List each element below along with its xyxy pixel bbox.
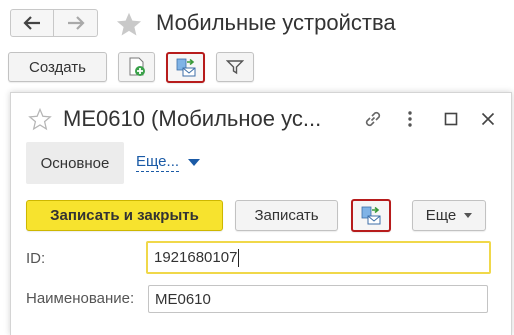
forward-button[interactable] [54, 9, 98, 37]
name-value: МЕ0610 [155, 290, 211, 308]
page-title: Мобильные устройства [156, 10, 396, 35]
save-and-close-button[interactable]: Записать и закрыть [26, 200, 223, 231]
id-label: ID: [26, 250, 46, 267]
chevron-down-icon [188, 158, 201, 166]
dialog-title: МЕ0610 (Мобильное ус... [63, 106, 322, 131]
back-button[interactable] [10, 9, 54, 37]
text-cursor [238, 248, 240, 267]
close-icon [481, 112, 495, 126]
link-button[interactable] [361, 107, 385, 131]
favorite-star-icon[interactable] [114, 10, 144, 38]
exchange-button[interactable] [166, 52, 205, 83]
dialog-exchange-button[interactable] [351, 199, 391, 232]
dialog-favorite-icon[interactable] [27, 106, 53, 132]
filter-icon [226, 60, 244, 75]
arrow-right-icon [67, 16, 85, 30]
vertical-dots-icon [408, 111, 412, 127]
id-value: 1921680107 [154, 249, 238, 266]
tab-main[interactable]: Основное [26, 142, 124, 184]
link-icon [365, 111, 381, 127]
caret-down-icon [464, 212, 473, 218]
filter-button[interactable] [216, 52, 254, 82]
record-dialog: МЕ0610 (Мобильное ус... Основное Еще... … [10, 92, 512, 335]
create-button[interactable]: Создать [8, 52, 107, 82]
more-actions-label: Еще [425, 207, 457, 224]
more-menu-button[interactable] [401, 107, 419, 131]
maximize-button[interactable] [439, 107, 463, 131]
star-icon [116, 12, 142, 36]
maximize-icon [444, 112, 458, 126]
exchange-mail-icon [361, 206, 381, 224]
document-add-icon [129, 57, 145, 76]
add-document-button[interactable] [118, 52, 155, 82]
star-outline-icon [28, 107, 52, 130]
more-actions-button[interactable]: Еще [412, 200, 486, 231]
name-label: Наименование: [26, 290, 135, 307]
id-input[interactable]: 1921680107 [146, 241, 491, 274]
tab-more[interactable]: Еще... [136, 153, 201, 172]
arrow-left-icon [23, 16, 40, 30]
save-button[interactable]: Записать [235, 200, 338, 231]
exchange-mail-icon [176, 58, 195, 76]
name-input[interactable]: МЕ0610 [148, 285, 488, 313]
tab-more-label: Еще... [136, 153, 180, 172]
close-button[interactable] [476, 107, 500, 131]
